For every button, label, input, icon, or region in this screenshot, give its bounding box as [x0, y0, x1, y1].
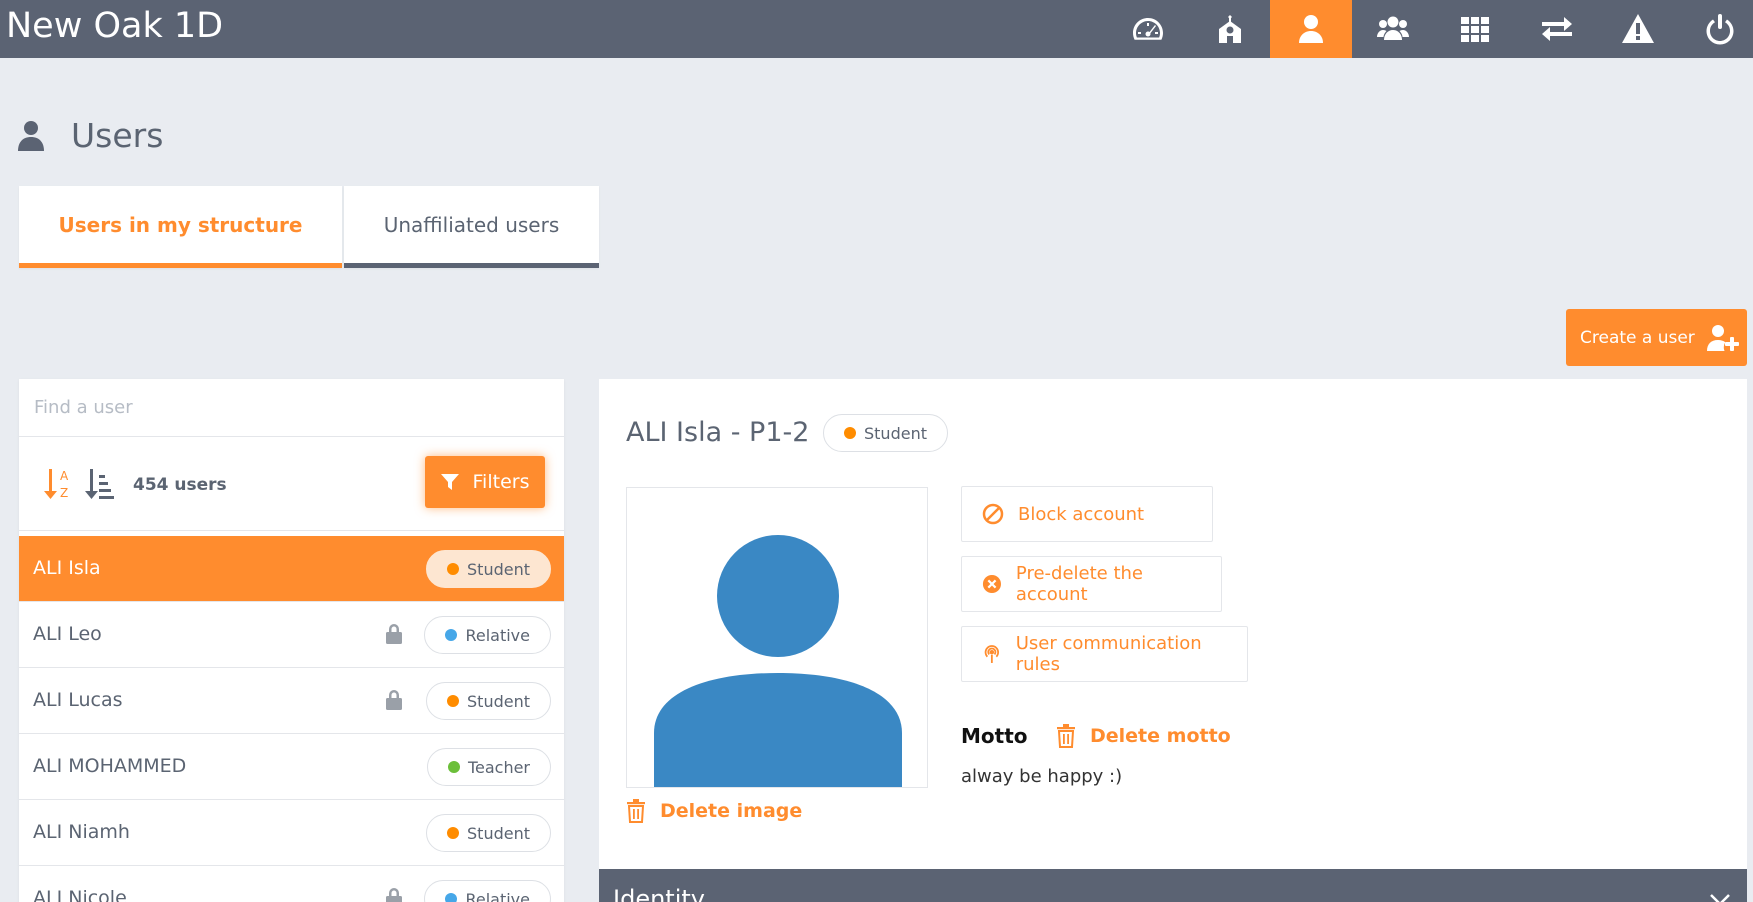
- role-badge: Student: [823, 414, 948, 452]
- chevron-down-icon: [1710, 894, 1730, 902]
- user-list-item[interactable]: ALI Lucas Student: [19, 668, 564, 734]
- nav-users[interactable]: [1270, 0, 1352, 58]
- delete-motto-label: Delete motto: [1090, 725, 1231, 747]
- communication-rules-button[interactable]: User communication rules: [961, 626, 1248, 682]
- role-dot: [447, 695, 460, 707]
- motto-label: Motto: [961, 724, 1028, 748]
- create-user-button[interactable]: Create a user: [1566, 309, 1747, 366]
- nav-transfer[interactable]: [1516, 0, 1598, 58]
- role-badge: Relative: [424, 880, 551, 902]
- user-list-item[interactable]: ALI Nicole Relative: [19, 866, 564, 902]
- lock-icon: [386, 690, 402, 710]
- block-account-button[interactable]: Block account: [961, 486, 1213, 542]
- dashboard-icon: [1133, 18, 1163, 40]
- user-icon: [18, 121, 44, 151]
- role-label: Student: [467, 559, 530, 579]
- role-label: Teacher: [467, 757, 530, 777]
- lock-icon: [386, 888, 402, 902]
- tab-unaffiliated-users[interactable]: Unaffiliated users: [344, 186, 599, 268]
- groups-icon: [1377, 16, 1409, 40]
- predelete-account-label: Pre-delete the account: [1015, 563, 1143, 605]
- role-label: Student: [467, 691, 530, 711]
- role-dot: [445, 893, 458, 902]
- app-title: New Oak 1D: [6, 6, 224, 46]
- user-list-item[interactable]: ALI Niamh Student: [19, 800, 564, 866]
- role-badge: Student: [426, 682, 551, 720]
- role-dot: [447, 563, 460, 575]
- create-user-label: Create a user: [1580, 327, 1695, 348]
- block-account-label: Block account: [1018, 503, 1145, 525]
- user-list-panel: A Z 454 users Filters ALI IslaStudentALI…: [19, 379, 564, 902]
- filters-button[interactable]: Filters: [425, 456, 545, 508]
- user-count: 454 users: [133, 475, 227, 495]
- nav-apps[interactable]: [1434, 0, 1516, 58]
- user-list-item[interactable]: ALI Isla Student: [19, 536, 564, 602]
- user-name: ALI Leo: [33, 623, 102, 645]
- user-list-item[interactable]: ALI MOHAMMED Teacher: [19, 734, 564, 800]
- tab-users-in-structure[interactable]: Users in my structure: [19, 186, 342, 268]
- role-badge: Student: [426, 814, 551, 852]
- user-detail-panel: ALI Isla - P1-2 Student Delete image Blo…: [599, 379, 1747, 902]
- role-badge: Relative: [424, 616, 551, 654]
- role-label: Relative: [465, 625, 530, 645]
- motto-text: alway be happy :): [961, 766, 1123, 787]
- communication-rules-label: User communication rules: [1015, 633, 1202, 675]
- role-dot: [447, 761, 460, 773]
- top-bar: New Oak 1D: [0, 0, 1753, 58]
- broadcast-icon: [984, 645, 999, 663]
- role-label: Student: [864, 423, 927, 443]
- apps-grid-icon: [1461, 17, 1489, 42]
- nav-groups[interactable]: [1352, 0, 1434, 58]
- user-name: ALI Lucas: [33, 689, 123, 711]
- role-badge: Student: [426, 550, 551, 588]
- lock-icon: [386, 624, 402, 644]
- user-name: ALI Nicole: [33, 887, 127, 902]
- power-icon: [1706, 14, 1734, 45]
- sort-list-icon[interactable]: [85, 467, 115, 501]
- svg-text:Z: Z: [60, 486, 68, 500]
- sort-alpha-icon[interactable]: A Z: [44, 467, 74, 501]
- avatar-placeholder-icon: [654, 535, 902, 787]
- block-icon: [982, 503, 1004, 525]
- nav-school[interactable]: [1189, 0, 1271, 58]
- delete-motto-button[interactable]: Delete motto: [1056, 724, 1231, 748]
- list-toolbar: A Z 454 users Filters: [19, 437, 564, 531]
- transfer-icon: [1542, 17, 1572, 41]
- filters-label: Filters: [472, 471, 530, 493]
- filter-icon: [440, 474, 459, 490]
- avatar[interactable]: [626, 487, 928, 788]
- user-icon: [1299, 15, 1323, 43]
- identity-label: Identity: [613, 885, 705, 902]
- identity-section-header[interactable]: Identity: [599, 869, 1747, 902]
- delete-image-label: Delete image: [660, 800, 803, 822]
- role-dot: [447, 827, 460, 839]
- search-input[interactable]: [19, 379, 564, 437]
- school-icon: [1219, 15, 1241, 43]
- nav-dashboard[interactable]: [1107, 0, 1189, 58]
- svg-text:A: A: [60, 469, 69, 483]
- add-user-icon: [1706, 324, 1739, 351]
- user-list-item[interactable]: ALI Leo Relative: [19, 602, 564, 668]
- warning-icon: [1622, 14, 1654, 43]
- delete-image-button[interactable]: Delete image: [626, 799, 802, 823]
- role-label: Student: [467, 823, 530, 843]
- user-name: ALI Niamh: [33, 821, 130, 843]
- user-detail-title: ALI Isla - P1-2: [626, 417, 810, 448]
- role-badge: Teacher: [426, 748, 551, 786]
- user-name: ALI Isla: [33, 557, 101, 579]
- role-dot: [445, 629, 458, 641]
- nav-alerts[interactable]: [1597, 0, 1679, 58]
- nav-logout[interactable]: [1679, 0, 1753, 58]
- page-title: Users: [71, 116, 164, 155]
- trash-icon: [1057, 724, 1075, 748]
- predelete-account-button[interactable]: Pre-delete the account: [961, 556, 1222, 612]
- delete-circle-icon: [982, 574, 1002, 594]
- role-label: Relative: [465, 889, 530, 902]
- role-dot: [844, 427, 856, 439]
- trash-icon: [627, 799, 645, 823]
- user-name: ALI MOHAMMED: [33, 755, 187, 777]
